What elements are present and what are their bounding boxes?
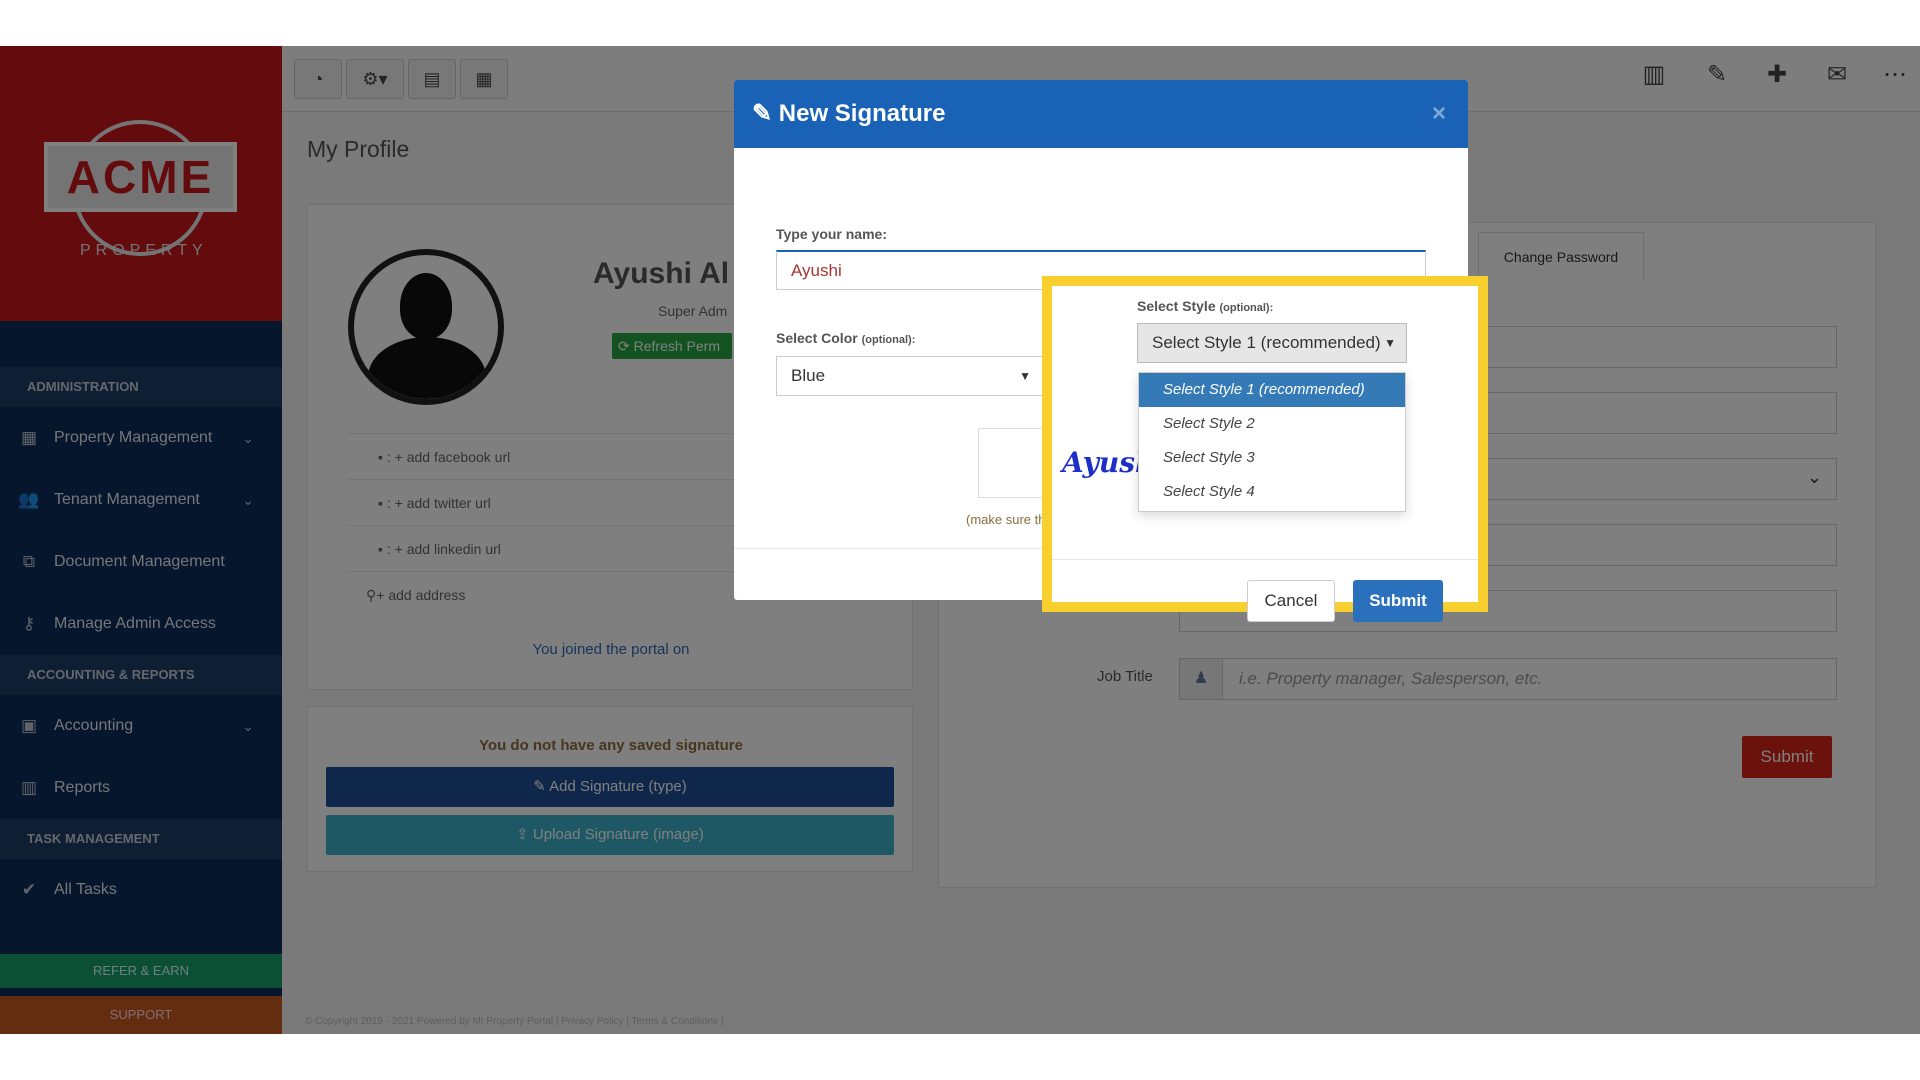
- name-label: Type your name:: [776, 226, 887, 242]
- style-optional-text: (optional):: [1219, 302, 1274, 314]
- style-select[interactable]: Select Style 1 (recommended) ▼: [1137, 323, 1407, 363]
- color-label-text: Select Color: [776, 330, 858, 346]
- modal-title: New Signature: [778, 100, 946, 127]
- edit-icon: ✎: [752, 100, 779, 127]
- style-option-1[interactable]: Select Style 1 (recommended): [1139, 373, 1405, 407]
- color-selected-value: Blue: [791, 366, 826, 385]
- submit-button[interactable]: Submit: [1353, 580, 1443, 622]
- color-optional-text: (optional):: [861, 334, 916, 346]
- caret-down-icon: ▼: [1382, 324, 1396, 362]
- app-frame: ACME PROPERTY ADMINISTRATION ▦ Property …: [0, 46, 1920, 1034]
- close-icon[interactable]: ×: [1432, 80, 1446, 148]
- style-label: Select Style (optional):: [1137, 298, 1273, 314]
- style-dropdown-menu: Select Style 1 (recommended) Select Styl…: [1138, 372, 1406, 512]
- style-option-2[interactable]: Select Style 2: [1139, 407, 1405, 441]
- caret-down-icon: ▼: [1019, 369, 1031, 383]
- style-selected-value: Select Style 1 (recommended): [1152, 333, 1381, 352]
- style-option-4[interactable]: Select Style 4: [1139, 475, 1405, 509]
- style-option-3[interactable]: Select Style 3: [1139, 441, 1405, 475]
- modal-header: ✎ New Signature ×: [734, 80, 1468, 148]
- footer-divider: [1052, 559, 1478, 560]
- color-select[interactable]: Blue ▼: [776, 356, 1046, 396]
- color-label: Select Color (optional):: [776, 330, 915, 346]
- style-label-text: Select Style: [1137, 298, 1216, 314]
- cancel-button[interactable]: Cancel: [1247, 580, 1335, 622]
